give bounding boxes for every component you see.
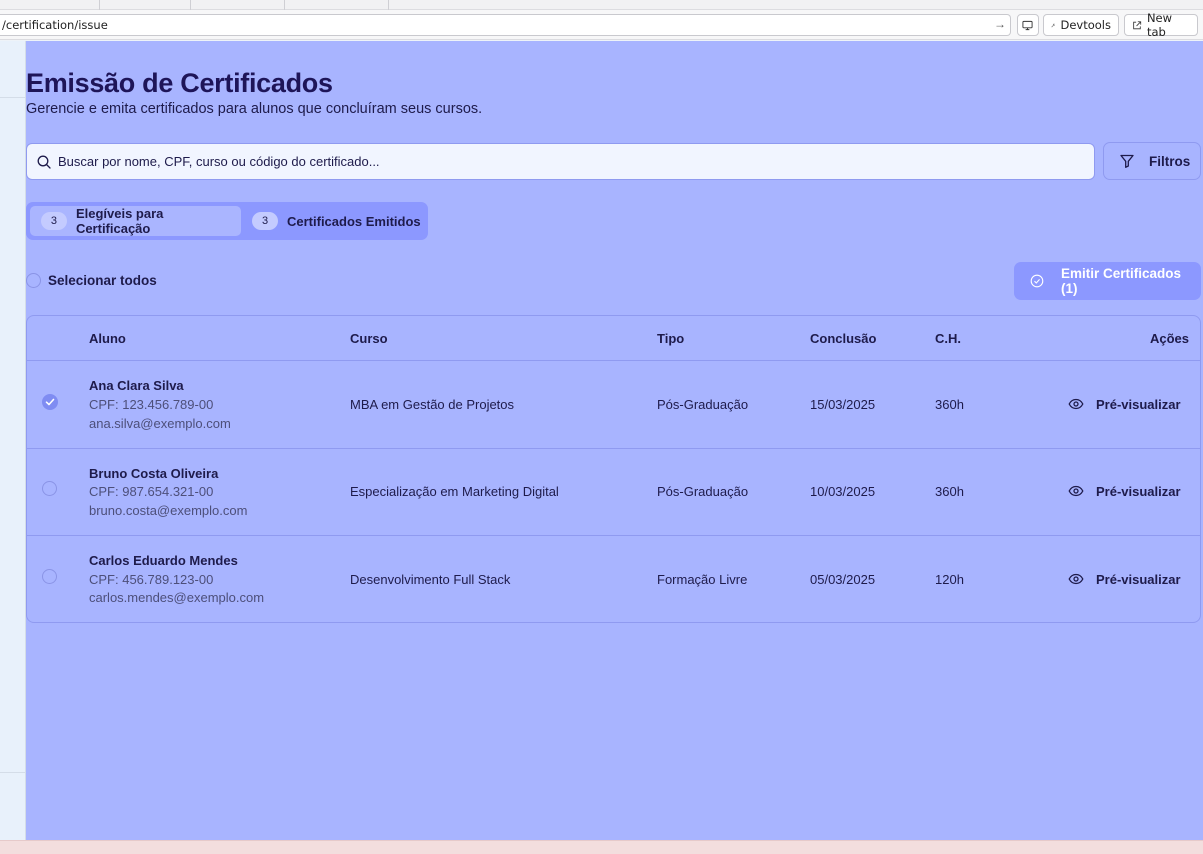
- student-name: Carlos Eduardo Mendes: [89, 553, 238, 568]
- course-name: MBA em Gestão de Projetos: [350, 397, 515, 412]
- student-cpf: CPF: 987.654.321-00: [89, 484, 214, 499]
- student-email: carlos.mendes@exemplo.com: [89, 590, 265, 605]
- screen-icon-button[interactable]: [1017, 14, 1039, 36]
- browser-tab[interactable]: [191, 0, 285, 10]
- sidebar-divider: [0, 772, 26, 773]
- completion-date: 05/03/2025: [810, 572, 876, 587]
- go-arrow-icon[interactable]: →: [994, 17, 1006, 31]
- column-header-aluno: Aluno: [89, 331, 126, 346]
- preview-label: Pré-visualizar: [1096, 483, 1181, 499]
- course-type: Pós-Graduação: [657, 397, 749, 412]
- new-tab-button[interactable]: New tab: [1124, 11, 1198, 39]
- course-name: Especialização em Marketing Digital: [350, 484, 559, 499]
- browser-address-bar: /certification/issue → Devtools New tab: [0, 10, 1203, 40]
- table-row[interactable]: Carlos Eduardo Mendes CPF: 456.789.123-0…: [27, 536, 1200, 622]
- completion-date: 15/03/2025: [810, 397, 876, 412]
- student-name: Ana Clara Silva: [89, 378, 184, 393]
- row-checkbox[interactable]: [42, 481, 57, 501]
- completion-date: 10/03/2025: [810, 484, 876, 499]
- search-box[interactable]: [26, 143, 1095, 180]
- eye-icon: [1068, 573, 1084, 585]
- emit-certificates-button[interactable]: Emitir Certificados (1): [1014, 262, 1201, 300]
- url-field[interactable]: /certification/issue →: [0, 14, 1011, 36]
- browser-tab[interactable]: [285, 0, 389, 10]
- tab-count-badge: 3: [252, 212, 278, 230]
- filters-label: Filtros: [1149, 153, 1191, 169]
- page-title: Emissão de Certificados: [26, 68, 333, 98]
- search-icon: [37, 155, 51, 169]
- tab-emitidos[interactable]: 3 Certificados Emitidos: [247, 206, 423, 236]
- student-email: bruno.costa@exemplo.com: [89, 503, 248, 518]
- sidebar-divider: [0, 97, 26, 98]
- tab-label: Elegíveis para Certificação: [75, 206, 164, 236]
- column-header-acoes: Ações: [1150, 331, 1190, 346]
- tab-label: Certificados Emitidos: [287, 213, 421, 229]
- students-table: Aluno Curso Tipo Conclusão C.H. Ações An…: [26, 315, 1201, 623]
- emit-button-label: Emitir Certificados (1): [1060, 266, 1181, 296]
- search-input[interactable]: [58, 154, 1058, 169]
- browser-tab[interactable]: [100, 0, 191, 10]
- main-content: Emissão de Certificados Gerencie e emita…: [26, 41, 1203, 840]
- tab-list: 3 Elegíveis para Certificação 3 Certific…: [26, 202, 428, 240]
- filter-icon: [1120, 154, 1134, 168]
- course-hours: 360h: [935, 397, 964, 412]
- preview-button[interactable]: Pré-visualizar: [1068, 396, 1181, 412]
- table-header: Aluno Curso Tipo Conclusão C.H. Ações: [27, 316, 1200, 361]
- row-checkbox[interactable]: [42, 394, 58, 410]
- student-email: ana.silva@exemplo.com: [89, 416, 231, 431]
- select-all-checkbox[interactable]: [26, 273, 41, 288]
- preview-label: Pré-visualizar: [1096, 396, 1181, 412]
- eye-icon: [1068, 485, 1084, 497]
- check-circle-icon: [1030, 274, 1044, 288]
- wrench-icon: [1051, 23, 1056, 27]
- course-hours: 360h: [935, 484, 964, 499]
- course-type: Pós-Graduação: [657, 484, 749, 499]
- select-all[interactable]: Selecionar todos: [26, 273, 157, 288]
- preview-button[interactable]: Pré-visualizar: [1068, 571, 1181, 587]
- browser-tab[interactable]: [0, 0, 100, 10]
- filters-button[interactable]: Filtros: [1103, 142, 1201, 180]
- browser-tab-strip: [0, 0, 1203, 10]
- student-name: Bruno Costa Oliveira: [89, 466, 219, 481]
- student-cpf: CPF: 123.456.789-00: [89, 397, 214, 412]
- devtools-label: Devtools: [1060, 18, 1111, 32]
- column-header-conclusao: Conclusão: [810, 331, 877, 346]
- devtools-button[interactable]: Devtools: [1043, 14, 1119, 36]
- course-type: Formação Livre: [657, 572, 748, 587]
- tab-count-badge: 3: [41, 212, 67, 230]
- select-all-label: Selecionar todos: [48, 273, 157, 288]
- course-hours: 120h: [935, 572, 964, 587]
- page-subtitle: Gerencie e emita certificados para aluno…: [26, 101, 483, 117]
- external-link-icon: [1133, 20, 1142, 29]
- course-name: Desenvolvimento Full Stack: [350, 572, 511, 587]
- unchecked-circle-icon: [42, 569, 57, 584]
- unchecked-circle-icon: [42, 481, 57, 496]
- bottom-strip: [0, 840, 1203, 854]
- checked-icon: [42, 394, 58, 410]
- app-sidebar: [0, 41, 26, 840]
- monitor-icon: [1022, 20, 1033, 30]
- new-tab-label: New tab: [1146, 11, 1173, 39]
- student-cpf: CPF: 456.789.123-00: [89, 572, 214, 587]
- column-header-curso: Curso: [350, 331, 388, 346]
- tab-elegiveis[interactable]: 3 Elegíveis para Certificação: [30, 206, 241, 236]
- preview-label: Pré-visualizar: [1096, 571, 1181, 587]
- table-row[interactable]: Ana Clara Silva CPF: 123.456.789-00 ana.…: [27, 361, 1200, 449]
- column-header-tipo: Tipo: [657, 331, 685, 346]
- url-text: /certification/issue: [2, 18, 108, 32]
- column-header-ch: C.H.: [935, 331, 961, 346]
- preview-button[interactable]: Pré-visualizar: [1068, 483, 1181, 499]
- row-checkbox[interactable]: [42, 569, 57, 589]
- table-row[interactable]: Bruno Costa Oliveira CPF: 987.654.321-00…: [27, 448, 1200, 536]
- eye-icon: [1068, 398, 1084, 410]
